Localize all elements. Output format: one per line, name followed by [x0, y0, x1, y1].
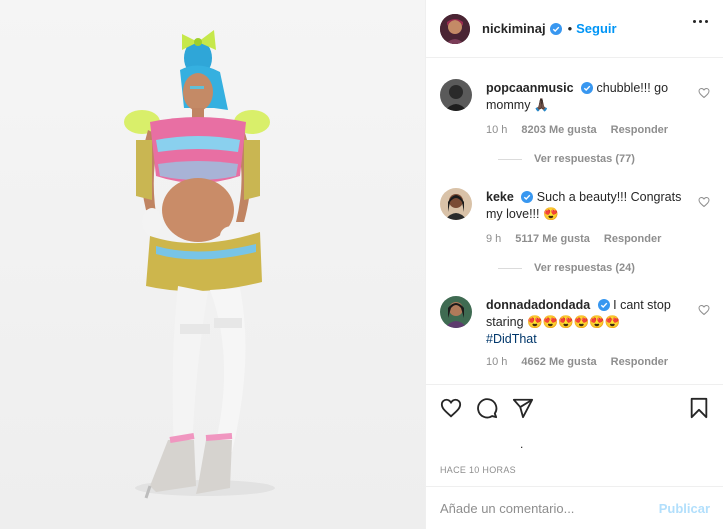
comment-like-heart-icon[interactable]: [698, 196, 710, 208]
comment-like-heart-icon[interactable]: [698, 304, 710, 316]
comment-meta: 10 h 4662 Me gusta Responder: [486, 356, 668, 368]
post-author-username[interactable]: nickiminaj: [482, 21, 546, 36]
verified-badge-icon: [597, 299, 610, 311]
share-icon[interactable]: [512, 397, 534, 419]
more-options-icon[interactable]: [693, 20, 708, 23]
comment-likes[interactable]: 5117 Me gusta: [515, 233, 590, 245]
comment-username[interactable]: keke: [486, 190, 514, 204]
comment-username[interactable]: donnadadondada: [486, 298, 590, 312]
comment-meta: 9 h 5117 Me gusta Responder: [486, 233, 661, 245]
view-replies-label: Ver respuestas (24): [534, 262, 635, 274]
follow-button[interactable]: Seguir: [576, 21, 616, 36]
post-photo[interactable]: [0, 0, 425, 529]
reply-button[interactable]: Responder: [611, 356, 668, 368]
heart-icon[interactable]: [440, 397, 462, 419]
comment-meta: 10 h 8203 Me gusta Responder: [486, 124, 668, 136]
comment-hashtag-link[interactable]: #DidThat: [486, 332, 537, 346]
reply-button[interactable]: Responder: [604, 233, 661, 245]
avatar-image: [440, 296, 472, 328]
comment-time: 9 h: [486, 233, 502, 245]
verified-badge-icon: [549, 22, 562, 35]
replies-divider: [498, 267, 522, 269]
bookmark-icon[interactable]: [688, 397, 710, 419]
photo-of-person: [0, 0, 425, 529]
comment-body: keke Such a beauty!!! Congrats my love!!…: [486, 189, 691, 223]
comment-username[interactable]: popcaanmusic: [486, 81, 574, 95]
avatar-image: [440, 79, 472, 111]
publish-button[interactable]: Publicar: [659, 501, 710, 516]
comment-likes[interactable]: 4662 Me gusta: [521, 356, 596, 368]
avatar-image: [440, 13, 470, 44]
comment-time: 10 h: [486, 124, 508, 136]
post-actions: . HACE 10 HORAS: [426, 384, 723, 475]
post-time-ago[interactable]: HACE 10 HORAS: [440, 465, 516, 475]
view-replies-label: Ver respuestas (77): [534, 153, 635, 165]
comment-item: popcaanmusic chubble!!! go mommy 🙏🏿 10 h…: [440, 79, 710, 169]
post-side-panel: nickiminaj • Seguir popcaanmusic chubble…: [425, 0, 723, 529]
comment-time: 10 h: [486, 356, 508, 368]
comment-likes[interactable]: 8203 Me gusta: [521, 124, 596, 136]
comment-icon[interactable]: [476, 397, 498, 419]
avatar[interactable]: [440, 188, 472, 220]
comment-like-heart-icon[interactable]: [698, 87, 710, 99]
verified-badge-icon: [521, 191, 534, 203]
comments-list: popcaanmusic chubble!!! go mommy 🙏🏿 10 h…: [426, 58, 723, 384]
comment-text: Such a beauty!!! Congrats my love!!! 😍: [486, 190, 682, 221]
avatar-image: [440, 188, 472, 220]
replies-divider: [498, 158, 522, 160]
avatar[interactable]: [440, 79, 472, 111]
post-header: nickiminaj • Seguir: [426, 0, 723, 58]
view-replies-button[interactable]: Ver respuestas (24): [498, 262, 635, 274]
verified-badge-icon: [581, 82, 594, 94]
instagram-post: nickiminaj • Seguir popcaanmusic chubble…: [0, 0, 723, 529]
avatar[interactable]: [440, 296, 472, 328]
add-comment-bar: Publicar: [426, 486, 723, 529]
avatar[interactable]: [440, 13, 470, 44]
comment-body: popcaanmusic chubble!!! go mommy 🙏🏿: [486, 80, 691, 114]
comment-item: donnadadondada I cant stop staring 😍😍😍😍😍…: [440, 296, 710, 376]
comment-input[interactable]: [440, 500, 659, 516]
likes-count-dot: .: [520, 437, 524, 451]
comment-body: donnadadondada I cant stop staring 😍😍😍😍😍…: [486, 297, 691, 348]
comment-item: keke Such a beauty!!! Congrats my love!!…: [440, 188, 710, 278]
reply-button[interactable]: Responder: [611, 124, 668, 136]
header-separator: •: [567, 21, 573, 36]
view-replies-button[interactable]: Ver respuestas (77): [498, 153, 635, 165]
